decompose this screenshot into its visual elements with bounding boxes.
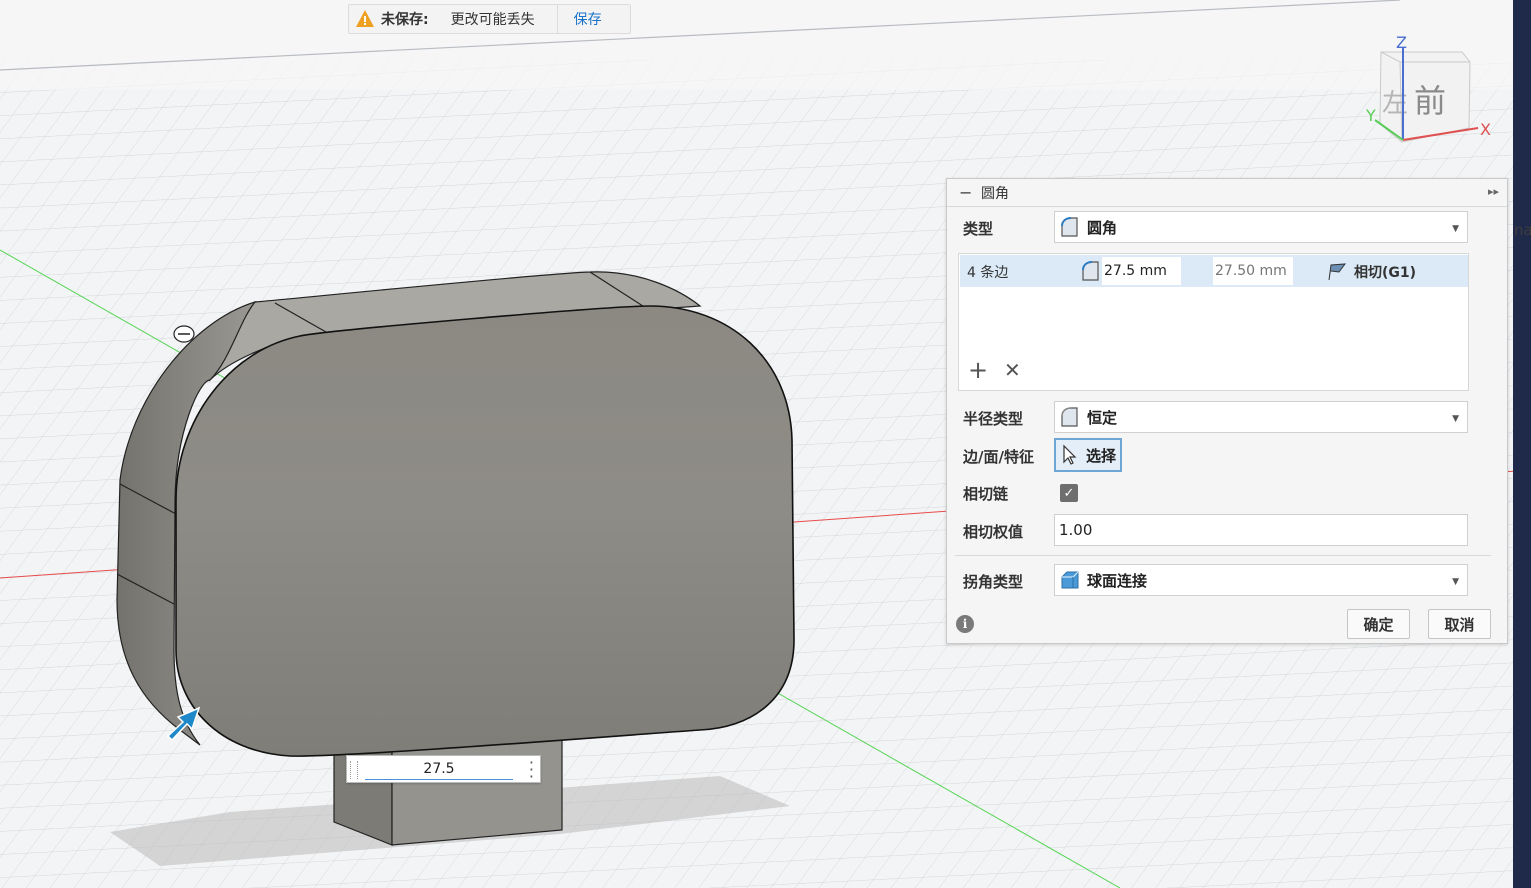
background-window-text: na (1514, 221, 1531, 239)
viewcube-front-label: 前 (1414, 82, 1446, 120)
expand-panel-icon[interactable]: ▸▸ (1488, 185, 1499, 198)
edge-set-row[interactable]: 4 条边 相切(G1) (960, 255, 1468, 287)
dialog-title: 圆角 (981, 185, 1009, 202)
constant-radius-icon (1061, 407, 1078, 427)
more-options-icon[interactable]: · · · (529, 755, 534, 785)
type-label: 类型 (963, 220, 994, 238)
selection-label: 边/面/特征 (963, 448, 1034, 466)
radius-type-value: 恒定 (1087, 408, 1118, 427)
edge-count: 4 条边 (967, 265, 1009, 281)
unsaved-banner: 未保存: 更改可能丢失 保存 (348, 4, 631, 34)
select-button[interactable]: 选择 (1054, 438, 1122, 472)
chevron-down-icon: ▼ (1452, 577, 1459, 587)
background-window-edge (1513, 0, 1531, 888)
type-value: 圆角 (1087, 218, 1118, 237)
close-icon[interactable]: ✕ (1004, 360, 1021, 380)
radius-input[interactable] (1102, 257, 1181, 285)
info-icon[interactable]: i (956, 615, 974, 633)
chevron-down-icon: ▼ (1452, 224, 1459, 234)
tangent-chain-label: 相切链 (963, 485, 1009, 503)
tangency-icon (1328, 263, 1347, 281)
add-icon[interactable]: + (968, 358, 988, 382)
fillet-handle-icon[interactable] (173, 325, 195, 343)
setback-corner-icon (1061, 571, 1079, 589)
viewcube-left-label: 左 (1382, 89, 1408, 119)
ok-button[interactable]: 确定 (1347, 609, 1410, 639)
warning-triangle-icon (356, 10, 374, 27)
second-radius-input[interactable] (1213, 257, 1293, 285)
tangent-chain-checkbox[interactable]: ✓ (1060, 484, 1078, 502)
corner-type-value: 球面连接 (1087, 571, 1148, 590)
select-button-label: 选择 (1086, 446, 1117, 465)
model-body (116, 271, 795, 757)
radius-type-dropdown[interactable]: 恒定 ▼ (1054, 401, 1468, 433)
fillet-type-icon (1061, 217, 1078, 237)
dimension-input-box: ··· (346, 755, 541, 785)
fillet-dialog-header: − 圆角 ▸▸ (947, 179, 1507, 207)
tangent-weight-label: 相切权值 (963, 523, 1024, 541)
dimension-value-input[interactable] (365, 758, 513, 780)
tangency-label[interactable]: 相切(G1) (1354, 262, 1416, 282)
radius-type-label: 半径类型 (963, 410, 1024, 428)
edge-selection-list: 4 条边 相切(G1) + ✕ (958, 253, 1469, 391)
banner-divider (556, 4, 558, 34)
unsaved-message: 更改可能丢失 (450, 12, 535, 28)
tangent-weight-input[interactable] (1054, 514, 1468, 546)
cursor-arrow-icon (1063, 444, 1077, 465)
axis-y-label: Y (1365, 106, 1376, 125)
corner-type-label: 拐角类型 (963, 573, 1024, 591)
radius-icon (1082, 261, 1099, 281)
collapse-icon[interactable]: − (959, 183, 973, 202)
save-link[interactable]: 保存 (574, 9, 602, 29)
cancel-button[interactable]: 取消 (1428, 609, 1491, 639)
corner-type-dropdown[interactable]: 球面连接 ▼ (1054, 564, 1468, 596)
axis-z-label: Z (1396, 33, 1407, 52)
unsaved-status-label: 未保存: (381, 12, 429, 28)
panel-divider (955, 555, 1491, 556)
type-dropdown[interactable]: 圆角 ▼ (1054, 211, 1468, 243)
chevron-down-icon: ▼ (1452, 414, 1459, 424)
drag-grip-icon[interactable] (350, 761, 358, 779)
axis-x-label: X (1480, 120, 1491, 139)
fillet-dialog: − 圆角 ▸▸ 类型 圆角 ▼ 4 条边 相切(G1) + ✕ 半径类型 (946, 178, 1508, 644)
